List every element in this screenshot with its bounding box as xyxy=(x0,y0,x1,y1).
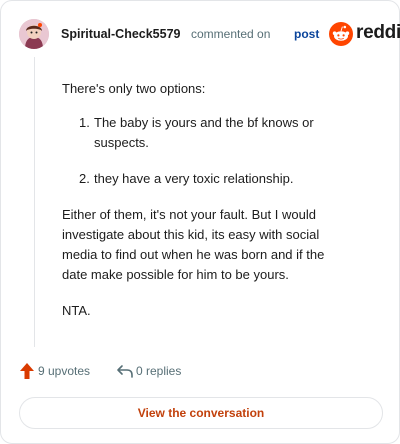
reply-arrow-icon[interactable] xyxy=(116,363,134,379)
thread-line xyxy=(34,57,35,347)
list-line: The baby is yours and the bf knows or xyxy=(94,115,314,130)
comment-footer: 9 upvotes 0 replies xyxy=(19,361,385,381)
list-number: 2. xyxy=(79,171,90,186)
user-avatar[interactable] xyxy=(19,19,49,49)
commented-on-text: commented on xyxy=(191,27,271,41)
reddit-logo-icon xyxy=(329,22,353,46)
author-name[interactable]: Spiritual-Check5579 xyxy=(61,27,181,41)
list-line: they have a very toxic relationship. xyxy=(94,171,294,186)
comment-intro: There's only two options: xyxy=(62,81,206,96)
paragraph-line: date make possible for him to be yours. xyxy=(62,267,289,282)
comment-card: Spiritual-Check5579 commented on post re… xyxy=(0,0,400,444)
view-conversation-button[interactable]: View the conversation xyxy=(19,397,383,429)
reply-count[interactable]: 0 replies xyxy=(136,364,181,378)
post-link[interactable]: post xyxy=(294,27,319,41)
reddit-brand[interactable]: reddit xyxy=(329,21,400,47)
comment-header: Spiritual-Check5579 commented on post re… xyxy=(19,19,400,49)
upvote-count[interactable]: 9 upvotes xyxy=(38,364,90,378)
comment-closing: NTA. xyxy=(62,303,91,318)
list-number: 1. xyxy=(79,115,90,130)
brand-wordmark: reddit xyxy=(356,22,400,43)
list-line: suspects. xyxy=(94,135,149,150)
paragraph-line: Either of them, it's not your fault. But… xyxy=(62,207,316,222)
upvote-arrow-icon[interactable] xyxy=(19,362,35,380)
paragraph-line: investigate about this kid, its easy wit… xyxy=(62,227,320,242)
paragraph-line: media to find out when he was born and i… xyxy=(62,247,325,262)
